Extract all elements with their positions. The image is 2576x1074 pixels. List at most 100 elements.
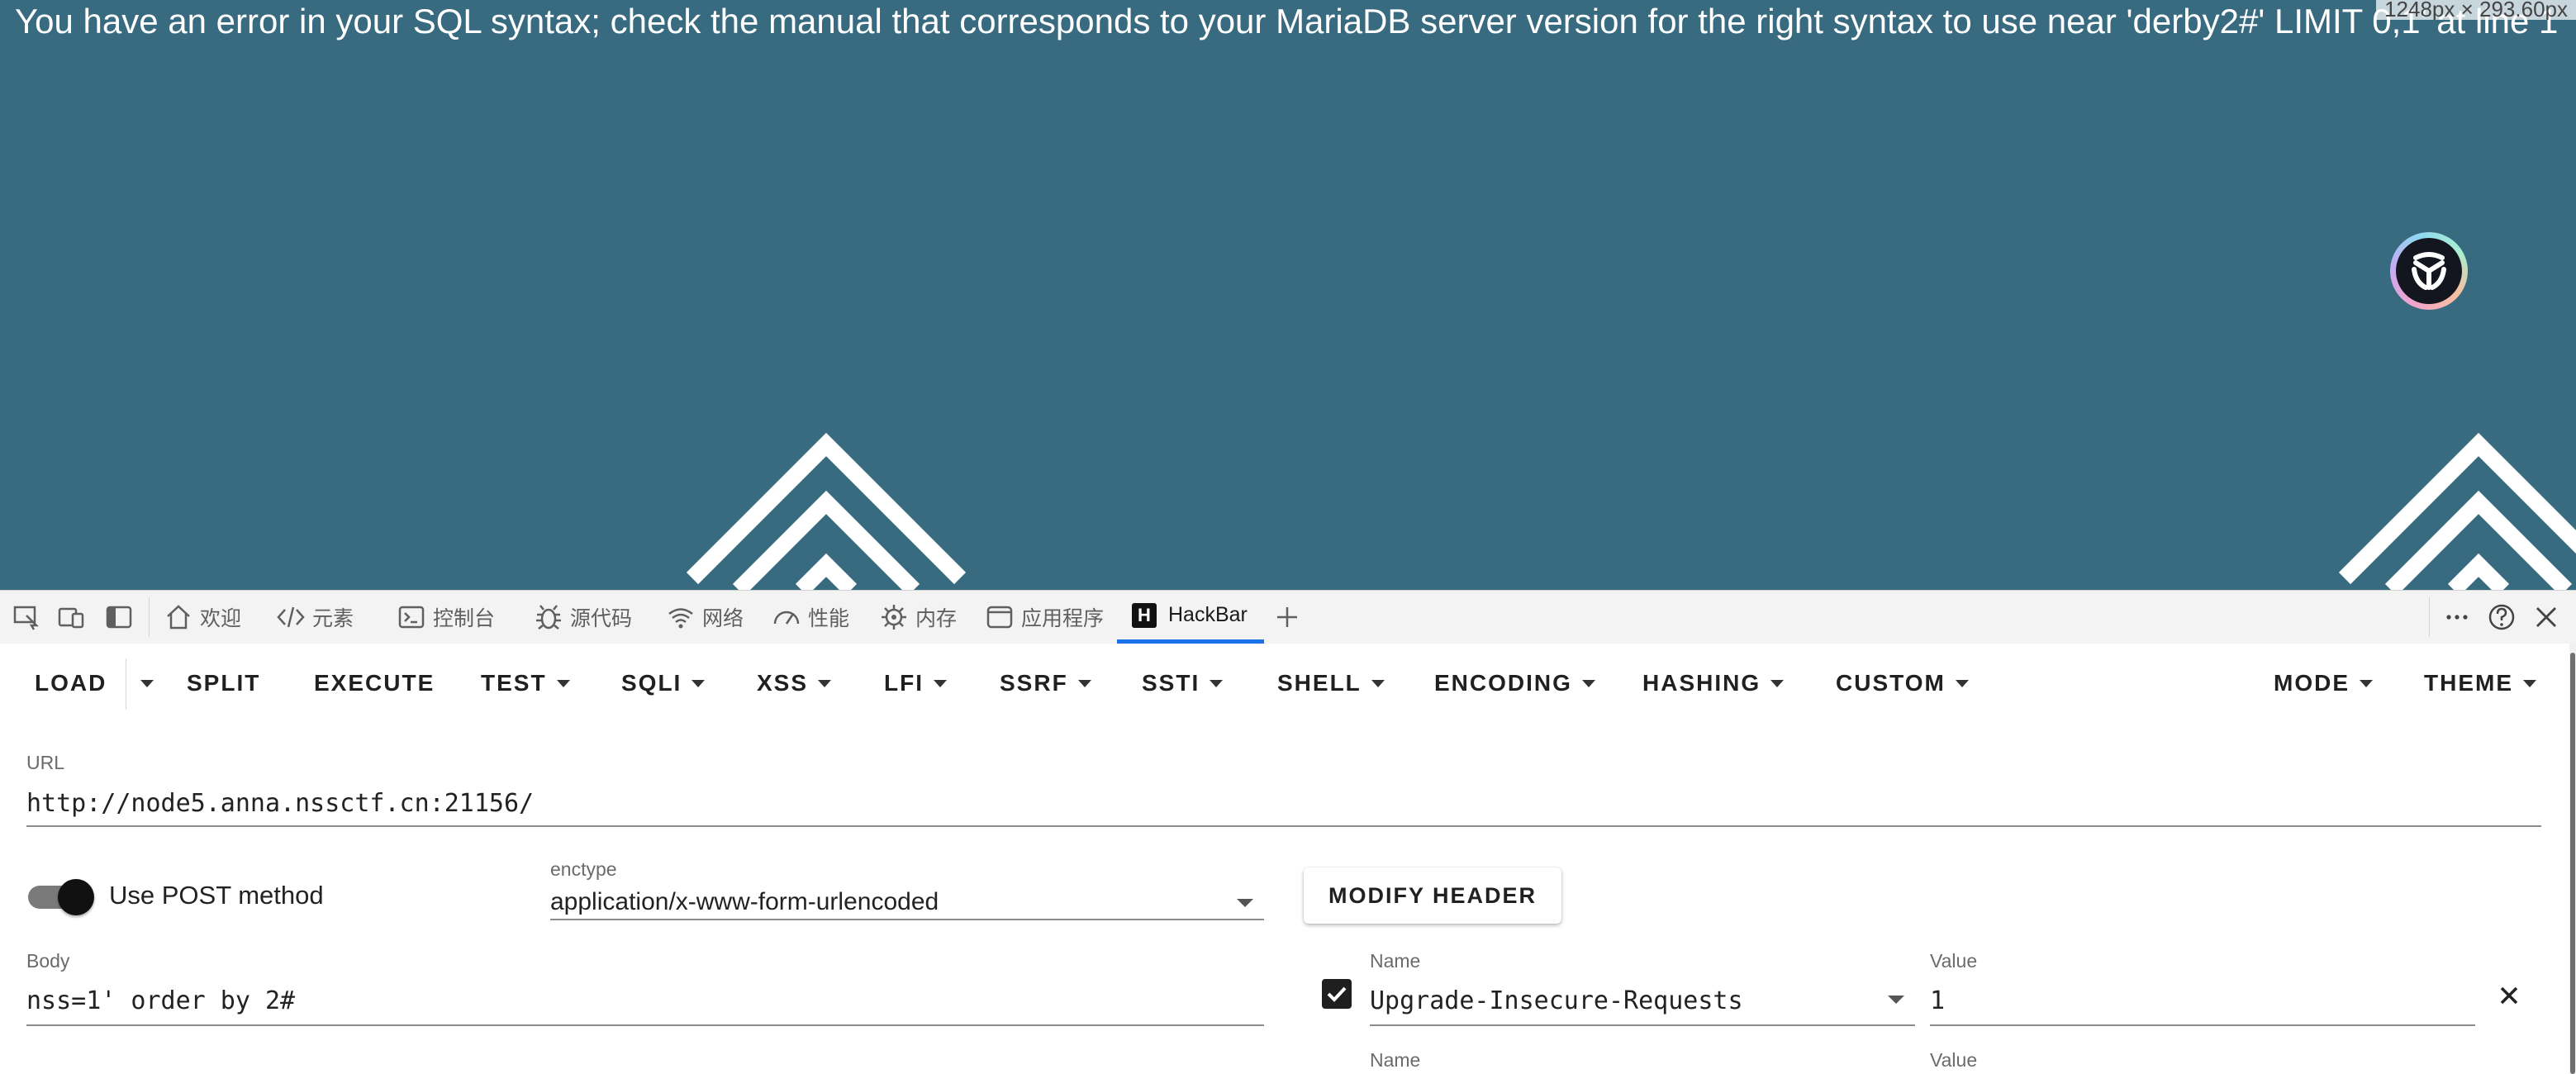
ssrf-menu[interactable]: SSRF (1000, 644, 1091, 723)
menu-label: XSS (757, 670, 809, 696)
post-method-toggle-knob[interactable] (58, 879, 94, 915)
execute-button[interactable]: EXECUTE (314, 644, 435, 723)
remove-header-icon[interactable] (2497, 983, 2521, 1008)
tab-sources[interactable]: 源代码 (534, 591, 632, 644)
menu-label: LFI (884, 670, 924, 696)
tab-label: 网络 (702, 607, 744, 630)
sqli-menu[interactable]: SQLI (621, 644, 706, 723)
body-input[interactable]: nss=1' order by 2# (26, 986, 295, 1015)
shell-menu[interactable]: SHELL (1277, 644, 1385, 723)
help-icon[interactable] (2487, 602, 2517, 632)
menu-label: TEST (481, 670, 547, 696)
tab-label: 应用程序 (1021, 607, 1105, 630)
menu-label: MODE (2274, 670, 2350, 696)
scrollbar-thumb[interactable] (2570, 653, 2575, 1074)
aperture-icon (2412, 252, 2446, 290)
body-underline (26, 1024, 1264, 1026)
app-window-icon (986, 606, 1013, 629)
encoding-menu[interactable]: ENCODING (1434, 644, 1595, 723)
caret-down-icon (818, 679, 832, 687)
caret-down-icon (2523, 679, 2536, 687)
header-value-input[interactable]: 1 (1930, 986, 1945, 1015)
hashing-menu[interactable]: HASHING (1642, 644, 1785, 723)
tab-label: 控制台 (433, 607, 496, 630)
hackbar-logo-icon: H (1132, 602, 1157, 628)
toolbar-divider (149, 597, 150, 637)
load-dropdown-button[interactable] (131, 644, 154, 723)
chevron-decoration-right (2338, 432, 2576, 590)
checkmark-icon (1327, 986, 1347, 1002)
close-devtools-icon[interactable] (2531, 602, 2561, 632)
caret-down-icon (692, 679, 706, 687)
menu-label: SSRF (1000, 670, 1068, 696)
device-emulation-icon[interactable] (56, 602, 86, 632)
add-tab-icon[interactable] (1272, 602, 1302, 632)
tab-label: HackBar (1168, 603, 1248, 626)
tab-label: 源代码 (570, 607, 633, 630)
ssti-menu[interactable]: SSTI (1142, 644, 1224, 723)
dropdown-arrow-icon[interactable] (1887, 994, 1905, 1005)
theme-menu[interactable]: THEME (2424, 644, 2536, 723)
menu-label: SHELL (1277, 670, 1362, 696)
lfi-menu[interactable]: LFI (884, 644, 947, 723)
caret-down-icon (2360, 679, 2373, 687)
post-method-label: Use POST method (109, 881, 324, 910)
caret-down-icon (140, 679, 154, 687)
split-button[interactable]: SPLIT (187, 644, 260, 723)
chevron-decoration-left (686, 432, 967, 590)
xss-menu[interactable]: XSS (757, 644, 832, 723)
caret-down-icon (1077, 679, 1091, 687)
header-name-label: Name (1370, 950, 1421, 972)
home-icon (167, 605, 190, 630)
more-options-icon[interactable] (2442, 602, 2472, 632)
tab-label: 性能 (808, 607, 850, 630)
caret-down-icon (1210, 679, 1224, 687)
tab-label: 内存 (915, 607, 958, 630)
load-button[interactable]: LOAD (35, 644, 107, 723)
header-value-underline (1930, 1024, 2475, 1026)
header-value-label: Value (1930, 1049, 1978, 1071)
sidebar-toggle-icon[interactable] (104, 602, 134, 632)
header-name-underline (1370, 1024, 1915, 1026)
inspect-element-icon[interactable] (12, 602, 41, 632)
tab-label: 元素 (312, 607, 354, 630)
url-input[interactable]: http://node5.anna.nssctf.cn:21156/ (26, 789, 534, 818)
caret-down-icon (556, 679, 570, 687)
sql-error-message: You have an error in your SQL syntax; ch… (15, 2, 2559, 40)
wifi-icon (668, 608, 693, 629)
caret-down-icon (1581, 679, 1595, 687)
code-icon (277, 606, 305, 628)
tab-console[interactable]: 控制台 (397, 591, 495, 644)
custom-menu[interactable]: CUSTOM (1836, 644, 1969, 723)
enctype-underline (550, 919, 1264, 920)
header-value-label: Value (1930, 950, 1978, 972)
tab-memory[interactable]: 内存 (879, 591, 957, 644)
element-size-tooltip: 1248px × 293.60px (2376, 0, 2576, 20)
header-name-input[interactable]: Upgrade-Insecure-Requests (1370, 986, 1743, 1015)
dropdown-arrow-icon[interactable] (1236, 897, 1254, 909)
tab-welcome[interactable]: 欢迎 (164, 591, 241, 644)
tab-performance[interactable]: 性能 (772, 591, 849, 644)
mode-menu[interactable]: MODE (2274, 644, 2373, 723)
enctype-select[interactable]: application/x-www-form-urlencoded (550, 888, 939, 916)
modify-header-button[interactable]: MODIFY HEADER (1304, 867, 1561, 924)
test-menu[interactable]: TEST (481, 644, 570, 723)
header-enabled-checkbox[interactable] (1322, 979, 1352, 1009)
devtools-tab-bar: 欢迎 元素 控制台 源代码 网络 性能 内存 应用程序 H HackBar (0, 590, 2576, 644)
tab-elements[interactable]: 元素 (276, 591, 354, 644)
url-label: URL (26, 752, 65, 773)
menu-label: THEME (2424, 670, 2513, 696)
floating-assistant-icon[interactable] (2390, 232, 2468, 310)
url-underline (26, 825, 2541, 827)
tab-hackbar[interactable]: H HackBar (1117, 591, 1264, 644)
caret-down-icon (1770, 679, 1785, 687)
menu-label: HASHING (1642, 670, 1761, 696)
header-name-label: Name (1370, 1049, 1421, 1071)
console-icon (398, 606, 425, 629)
menu-label: SSTI (1142, 670, 1200, 696)
caret-down-icon (1371, 679, 1385, 687)
tab-application[interactable]: 应用程序 (985, 591, 1104, 644)
tab-network[interactable]: 网络 (666, 591, 744, 644)
chip-icon (882, 605, 906, 630)
gauge-icon (773, 611, 800, 625)
